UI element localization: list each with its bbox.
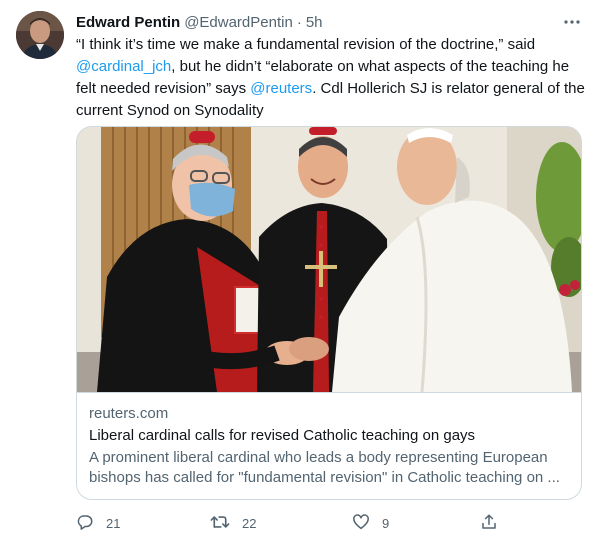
- heart-icon: [352, 513, 370, 534]
- share-icon: [480, 513, 498, 534]
- like-button[interactable]: 9: [352, 510, 389, 536]
- avatar[interactable]: [16, 11, 64, 59]
- author-handle[interactable]: @EdwardPentin: [184, 14, 293, 31]
- retweet-count: 22: [242, 515, 257, 531]
- reply-icon: [76, 513, 94, 534]
- tweet-header: Edward Pentin @EdwardPentin · 5h: [76, 12, 323, 32]
- tweet-text: “I think it’s time we make a fundamental…: [76, 34, 586, 122]
- reply-count: 21: [106, 515, 121, 531]
- tweet-text-part: “I think it’s time we make a fundamental…: [76, 36, 536, 53]
- mention-cardinal-jch[interactable]: @cardinal_jch: [76, 58, 171, 75]
- card-title[interactable]: Liberal cardinal calls for revised Catho…: [89, 426, 475, 446]
- mention-reuters[interactable]: @reuters: [250, 80, 312, 97]
- share-button[interactable]: [480, 510, 498, 536]
- more-icon[interactable]: [560, 10, 584, 34]
- tweet-actions: 21 22 9: [76, 510, 586, 536]
- tweet-timestamp[interactable]: 5h: [306, 14, 323, 31]
- retweet-button[interactable]: 22: [210, 510, 256, 536]
- author-name[interactable]: Edward Pentin: [76, 14, 180, 31]
- like-count: 9: [382, 515, 390, 531]
- retweet-icon: [210, 513, 230, 534]
- reply-button[interactable]: 21: [76, 510, 120, 536]
- tweet[interactable]: Edward Pentin @EdwardPentin · 5h “I thin…: [0, 0, 598, 544]
- card-divider: [77, 392, 581, 393]
- card-domain: reuters.com: [89, 405, 169, 422]
- card-description: A prominent liberal cardinal who leads a…: [89, 449, 560, 486]
- link-card[interactable]: reuters.com Liberal cardinal calls for r…: [76, 126, 582, 500]
- header-separator: ·: [296, 13, 302, 31]
- card-image[interactable]: [77, 127, 581, 392]
